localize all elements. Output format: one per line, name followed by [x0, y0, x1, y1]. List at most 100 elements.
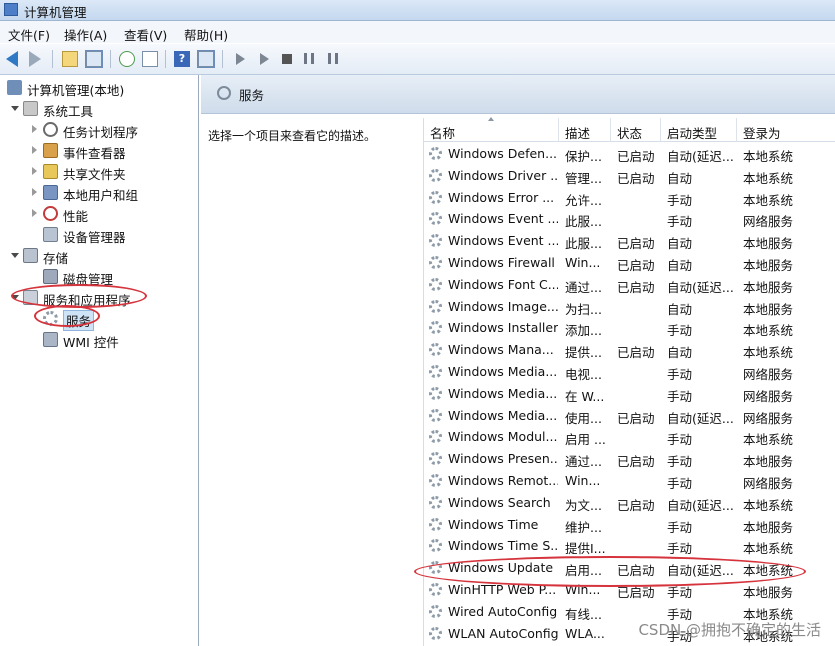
table-row[interactable]: Windows Defen... 保护... 已启动 自动(延迟... 本地系统: [424, 143, 835, 165]
cell-status: 已启动: [617, 585, 655, 600]
collapse-arrow-icon[interactable]: [32, 188, 37, 196]
cell-log-on-as: 网络服务: [743, 476, 794, 491]
service-gear-icon: [429, 495, 442, 509]
table-row[interactable]: Windows Installer 添加... 手动 本地系统: [424, 317, 835, 339]
export-list-icon[interactable]: [142, 51, 158, 67]
cell-description: 启用...: [565, 563, 602, 579]
back-arrow-icon[interactable]: [6, 51, 18, 67]
show-hide-tree-icon[interactable]: [85, 50, 103, 68]
cell-startup-type: 手动: [667, 541, 693, 557]
cell-log-on-as: 网络服务: [743, 367, 794, 382]
table-row[interactable]: Windows Driver ... 管理... 已启动 自动 本地系统: [424, 165, 835, 187]
cell-log-on-as: 本地服务: [743, 258, 794, 273]
table-row[interactable]: Windows Presen... 通过... 已启动 手动 本地服务: [424, 448, 835, 470]
shared-folder-icon: [43, 164, 58, 179]
column-header-log-on-as[interactable]: 登录为: [737, 118, 835, 142]
table-row[interactable]: Windows Search 为文... 已启动 自动(延迟... 本地系统: [424, 492, 835, 514]
cell-name: Windows Driver ...: [448, 167, 558, 183]
table-row[interactable]: WinHTTP Web P... Win... 已启动 手动 本地服务: [424, 579, 835, 601]
table-row[interactable]: Windows Media... 使用... 已启动 自动(延迟... 网络服务: [424, 405, 835, 427]
service-gear-icon: [429, 604, 442, 618]
services-panel: 服务 选择一个项目来查看它的描述。 名称 描述 状态 启动类型 登录为 Wind…: [201, 75, 835, 646]
service-gear-icon: [429, 452, 442, 466]
restart-service-icon[interactable]: [328, 53, 338, 64]
table-row[interactable]: Windows Firewall Win... 已启动 自动 本地服务: [424, 252, 835, 274]
cell-log-on-as: 网络服务: [743, 214, 794, 230]
table-row[interactable]: Windows Modul... 启用 ... 手动 本地系统: [424, 426, 835, 448]
panel-header: 服务: [201, 75, 835, 114]
storage-icon: [23, 248, 38, 263]
cell-log-on-as: 网络服务: [743, 410, 794, 426]
table-row[interactable]: Windows Font C... 通过... 已启动 自动(延迟... 本地服务: [424, 274, 835, 296]
service-gear-icon: [429, 517, 442, 531]
expand-arrow-icon[interactable]: [11, 106, 19, 111]
up-folder-icon[interactable]: [62, 51, 78, 67]
cell-status: 已启动: [617, 170, 655, 186]
pause-service-icon[interactable]: [304, 53, 314, 64]
service-gear-icon: [429, 256, 442, 269]
cell-log-on-as: 网络服务: [743, 388, 794, 404]
cell-description: 提供I...: [565, 541, 606, 557]
cell-log-on-as: 本地系统: [743, 497, 794, 513]
cell-name: Windows Firewall: [448, 255, 555, 270]
table-row[interactable]: Windows Time 维护... 手动 本地服务: [424, 514, 835, 536]
table-row[interactable]: Windows Event ... 此服... 已启动 自动 本地服务: [424, 230, 835, 252]
service-gear-icon: [429, 147, 442, 160]
menu-action[interactable]: 操作(A): [64, 25, 107, 44]
expand-arrow-icon[interactable]: [11, 295, 19, 300]
cell-startup-type: 手动: [667, 454, 693, 470]
collapse-arrow-icon[interactable]: [32, 209, 37, 217]
cell-log-on-as: 本地服务: [743, 585, 794, 600]
cell-description: 通过...: [565, 454, 602, 470]
help-icon[interactable]: ?: [174, 51, 190, 67]
column-header-name[interactable]: 名称: [424, 117, 559, 142]
table-row[interactable]: Windows Update 启用... 已启动 自动(延迟... 本地系统: [424, 557, 835, 579]
cell-log-on-as: 本地服务: [743, 454, 794, 470]
cell-status: 已启动: [617, 454, 655, 470]
collapse-arrow-icon[interactable]: [32, 125, 37, 133]
navigation-tree: 计算机管理(本地) 系统工具 任务计划程序 事件查看器 共享文件夹 本地用户和组…: [3, 75, 199, 646]
column-header-status[interactable]: 状态: [611, 118, 661, 142]
service-gear-icon: [429, 190, 442, 204]
service-gear-icon: [429, 408, 442, 422]
expand-arrow-icon[interactable]: [11, 253, 19, 258]
cell-description: 保护...: [565, 149, 602, 164]
table-row[interactable]: Windows Media... 在 W... 手动 网络服务: [424, 383, 835, 405]
cell-startup-type: 自动(延迟...: [667, 149, 734, 164]
services-table: 名称 描述 状态 启动类型 登录为 Windows Defen... 保护... 已…: [423, 117, 835, 646]
collapse-arrow-icon[interactable]: [32, 146, 37, 154]
console-view-icon[interactable]: [197, 50, 215, 68]
stop-service-icon[interactable]: [282, 54, 292, 64]
menu-help[interactable]: 帮助(H): [184, 25, 228, 44]
table-row[interactable]: Windows Media... 电视... 手动 网络服务: [424, 361, 835, 383]
cell-log-on-as: 本地服务: [743, 519, 794, 535]
column-header-description[interactable]: 描述: [559, 118, 611, 142]
collapse-arrow-icon[interactable]: [32, 167, 37, 175]
refresh-icon[interactable]: [119, 51, 135, 67]
cell-name: Windows Time: [448, 516, 539, 532]
table-row[interactable]: Windows Image... 为扫... 自动 本地服务: [424, 296, 835, 318]
cell-startup-type: 手动: [667, 388, 693, 404]
start-service-alt-icon[interactable]: [260, 53, 269, 65]
cell-log-on-as: 本地系统: [743, 323, 794, 339]
forward-arrow-icon[interactable]: [29, 51, 41, 67]
cell-startup-type: 自动: [667, 345, 693, 361]
service-gear-icon: [429, 626, 442, 640]
service-gear-icon: [429, 343, 442, 357]
menu-file[interactable]: 文件(F): [8, 25, 50, 44]
cell-name: Windows Image...: [448, 298, 558, 314]
menu-view[interactable]: 查看(V): [124, 25, 167, 44]
table-row[interactable]: Windows Event ... 此服... 手动 网络服务: [424, 208, 835, 230]
table-row[interactable]: Windows Time S... 提供I... 手动 本地系统: [424, 535, 835, 557]
cell-description: 启用 ...: [565, 432, 606, 448]
table-row[interactable]: Windows Mana... 提供... 已启动 自动 本地系统: [424, 339, 835, 361]
table-row[interactable]: Windows Error ... 允许... 手动 本地系统: [424, 187, 835, 209]
cell-startup-type: 手动: [667, 519, 693, 535]
start-service-icon[interactable]: [236, 53, 245, 65]
cell-description: 在 W...: [565, 388, 605, 404]
cell-startup-type: 自动: [667, 258, 693, 273]
column-header-startup-type[interactable]: 启动类型: [661, 118, 737, 142]
table-row[interactable]: Windows Remot... Win... 手动 网络服务: [424, 470, 835, 492]
cell-name: Windows Mana...: [448, 342, 554, 358]
service-gear-icon: [429, 474, 442, 487]
